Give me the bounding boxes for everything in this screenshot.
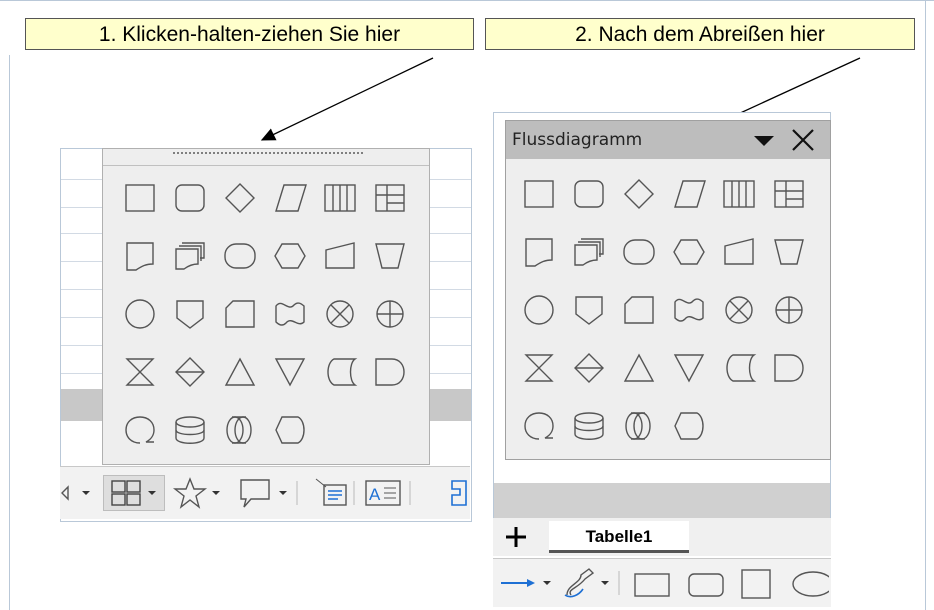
fontwork-icon[interactable]: A: [360, 475, 414, 511]
connector-icon[interactable]: [514, 281, 564, 339]
connector-icon[interactable]: [115, 285, 165, 343]
merge-icon[interactable]: [664, 339, 714, 397]
sort-icon[interactable]: [564, 339, 614, 397]
card-icon[interactable]: [215, 285, 265, 343]
punched-tape-icon[interactable]: [664, 281, 714, 339]
stars-dropdown-icon[interactable]: [170, 475, 230, 511]
decision-icon[interactable]: [215, 169, 265, 227]
multidocument-icon[interactable]: [165, 227, 215, 285]
summing-junction-icon[interactable]: [315, 285, 365, 343]
direct-access-storage-icon[interactable]: [215, 401, 265, 459]
card-icon[interactable]: [614, 281, 664, 339]
merge-icon[interactable]: [265, 343, 315, 401]
preparation-icon[interactable]: [265, 227, 315, 285]
flowchart-dropdown-panel: [102, 148, 430, 465]
flowchart-dropdown-icon[interactable]: [103, 475, 165, 511]
drawing-toolbar-right: [493, 558, 831, 607]
off-page-connector-icon[interactable]: [165, 285, 215, 343]
internal-storage-icon[interactable]: [365, 169, 415, 227]
panel-titlebar[interactable]: Flussdiagramm: [506, 121, 830, 159]
delay-icon[interactable]: [365, 343, 415, 401]
multidocument-icon[interactable]: [564, 223, 614, 281]
callout-dropdown-icon[interactable]: [235, 475, 303, 511]
flowchart-floating-panel: Flussdiagramm: [505, 120, 831, 460]
manual-operation-icon[interactable]: [764, 223, 814, 281]
sort-icon[interactable]: [165, 343, 215, 401]
summing-junction-icon[interactable]: [714, 281, 764, 339]
manual-operation-icon[interactable]: [365, 227, 415, 285]
process-icon[interactable]: [514, 165, 564, 223]
panel-title: Flussdiagramm: [512, 130, 643, 150]
alternate-process-icon[interactable]: [165, 169, 215, 227]
predefined-process-icon[interactable]: [714, 165, 764, 223]
collate-icon[interactable]: [514, 339, 564, 397]
display-icon[interactable]: [265, 401, 315, 459]
collate-icon[interactable]: [115, 343, 165, 401]
flowchart-shape-grid: [115, 169, 415, 459]
stored-data-icon[interactable]: [315, 343, 365, 401]
alternate-process-icon[interactable]: [564, 165, 614, 223]
manual-input-icon[interactable]: [714, 223, 764, 281]
document-icon[interactable]: [115, 227, 165, 285]
magnetic-disc-icon[interactable]: [564, 397, 614, 455]
data-icon[interactable]: [664, 165, 714, 223]
drawing-toolbar-left: A: [60, 466, 470, 519]
internal-storage-icon[interactable]: [764, 165, 814, 223]
tab-tabelle1[interactable]: Tabelle1: [549, 521, 689, 553]
or-icon[interactable]: [764, 281, 814, 339]
magnetic-disc-icon[interactable]: [165, 401, 215, 459]
drag-handle[interactable]: [173, 152, 363, 158]
or-icon[interactable]: [365, 285, 415, 343]
decision-icon[interactable]: [614, 165, 664, 223]
square-icon[interactable]: [735, 565, 779, 601]
extract-icon[interactable]: [614, 339, 664, 397]
off-page-connector-icon[interactable]: [564, 281, 614, 339]
direct-access-storage-icon[interactable]: [614, 397, 664, 455]
rectangle-icon[interactable]: [627, 565, 677, 601]
terminator-icon[interactable]: [215, 227, 265, 285]
close-icon[interactable]: [788, 125, 818, 155]
sequential-access-icon[interactable]: [115, 401, 165, 459]
process-icon[interactable]: [115, 169, 165, 227]
curve-icon[interactable]: [557, 565, 623, 601]
arrow-dropdown-icon[interactable]: [60, 479, 100, 507]
triangle-down-icon[interactable]: [750, 129, 778, 151]
svg-text:A: A: [369, 485, 381, 504]
sheet-tab-bar: Tabelle1: [493, 518, 831, 556]
delay-icon[interactable]: [764, 339, 814, 397]
display-icon[interactable]: [664, 397, 714, 455]
rounded-rectangle-icon[interactable]: [681, 565, 731, 601]
stored-data-icon[interactable]: [714, 339, 764, 397]
ellipse-icon[interactable]: [783, 565, 829, 601]
predefined-process-icon[interactable]: [315, 169, 365, 227]
sequential-access-icon[interactable]: [514, 397, 564, 455]
plus-icon[interactable]: [499, 522, 533, 552]
punched-tape-icon[interactable]: [265, 285, 315, 343]
terminator-icon[interactable]: [614, 223, 664, 281]
document-icon[interactable]: [514, 223, 564, 281]
preparation-icon[interactable]: [664, 223, 714, 281]
flowchart-shape-grid-floating: [514, 165, 814, 455]
extract-icon[interactable]: [215, 343, 265, 401]
manual-input-icon[interactable]: [315, 227, 365, 285]
frame-icon[interactable]: [416, 475, 470, 511]
line-arrow-icon[interactable]: [497, 565, 557, 601]
data-icon[interactable]: [265, 169, 315, 227]
text-box-vertical-icon[interactable]: [312, 475, 356, 511]
